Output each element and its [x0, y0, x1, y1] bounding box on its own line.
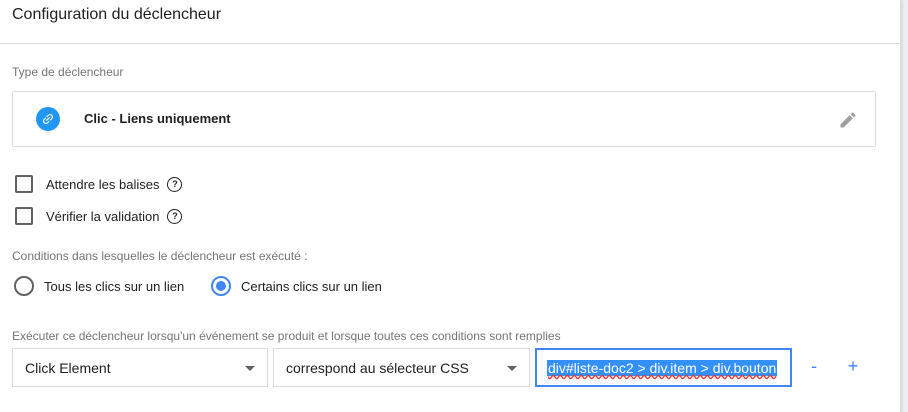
trigger-type-label: Type de déclencheur — [12, 65, 124, 79]
trigger-config-panel: Configuration du déclencheur Type de déc… — [0, 0, 901, 412]
add-condition-button[interactable]: + — [843, 356, 863, 376]
wait-tags-checkbox[interactable] — [15, 175, 33, 193]
radio-some-clicks-button[interactable] — [211, 276, 231, 296]
help-icon[interactable]: ? — [167, 176, 183, 192]
variable-select[interactable]: Click Element — [12, 348, 268, 387]
wait-tags-label: Attendre les balises — [46, 176, 160, 192]
conditions-label: Conditions dans lesquelles le déclencheu… — [12, 249, 308, 263]
trigger-type-card[interactable]: Clic - Liens uniquement — [12, 91, 876, 147]
pencil-icon[interactable] — [837, 109, 859, 131]
radio-some-clicks-label: Certains clics sur un lien — [241, 278, 382, 294]
link-icon — [36, 107, 60, 131]
trigger-type-name: Clic - Liens uniquement — [84, 111, 231, 126]
dropdown-arrow-icon — [245, 366, 255, 371]
radio-all-clicks-button[interactable] — [14, 276, 34, 296]
check-validation-checkbox[interactable] — [15, 207, 33, 225]
panel-title: Configuration du déclencheur — [12, 6, 222, 23]
variable-select-value: Click Element — [25, 360, 111, 376]
css-selector-input[interactable]: div#liste-doc2 > div.item > div.bouton — [535, 348, 792, 387]
wait-tags-option[interactable]: Attendre les balises ? — [15, 174, 183, 194]
operator-select[interactable]: correspond au sélecteur CSS — [273, 348, 530, 387]
check-validation-label: Vérifier la validation — [46, 208, 160, 224]
remove-condition-button[interactable]: - — [804, 356, 824, 376]
dropdown-arrow-icon — [507, 366, 517, 371]
filter-label: Exécuter ce déclencheur lorsqu'un événem… — [12, 329, 561, 343]
check-validation-option[interactable]: Vérifier la validation ? — [15, 206, 183, 226]
help-icon[interactable]: ? — [167, 208, 183, 224]
radio-all-clicks-label: Tous les clics sur un lien — [44, 278, 185, 294]
radio-all-clicks[interactable]: Tous les clics sur un lien — [14, 276, 184, 296]
radio-some-clicks[interactable]: Certains clics sur un lien — [211, 276, 382, 296]
panel-header: Configuration du déclencheur — [0, 0, 900, 44]
css-selector-value: div#liste-doc2 > div.item > div.bouton — [547, 360, 778, 376]
operator-select-value: correspond au sélecteur CSS — [286, 360, 469, 376]
